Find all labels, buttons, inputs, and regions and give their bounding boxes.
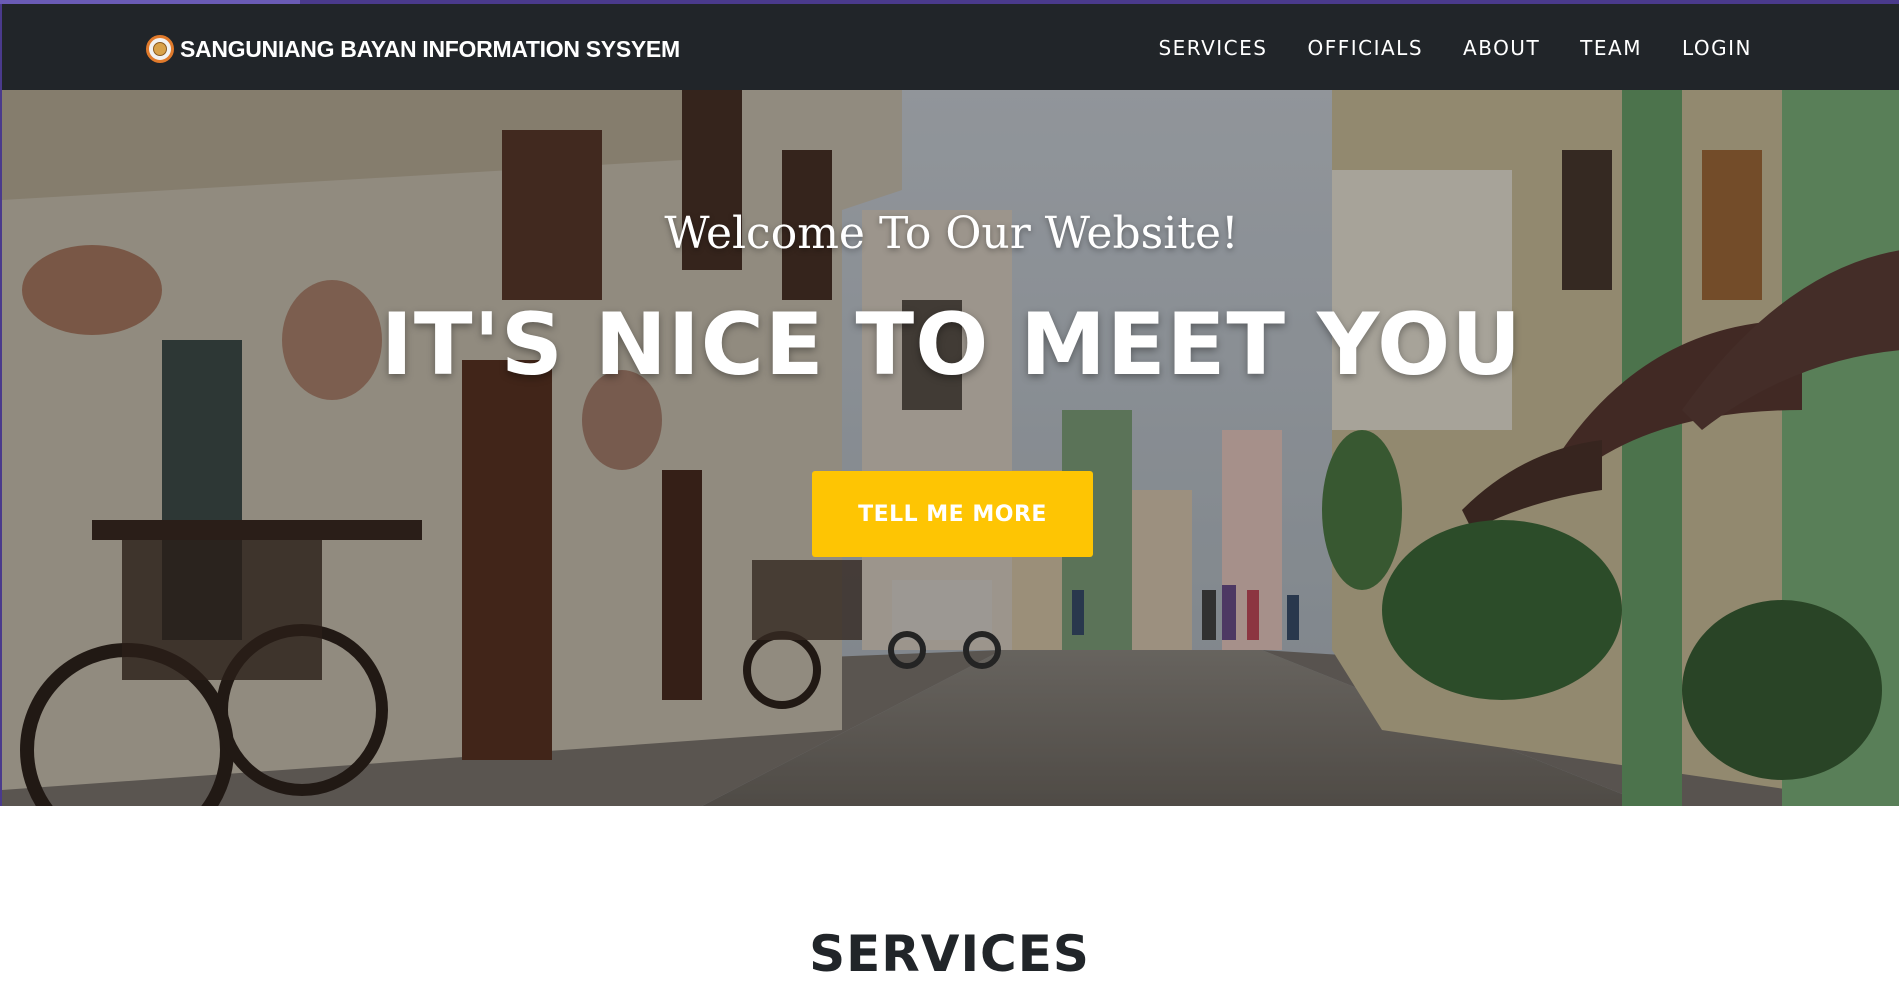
nav-links: SERVICES OFFICIALS ABOUT TEAM LOGIN xyxy=(1158,28,1752,68)
nav-link-about[interactable]: ABOUT xyxy=(1463,28,1540,68)
navbar-brand[interactable]: SANGUNIANG BAYAN INFORMATION SYSYEM xyxy=(146,33,680,65)
nav-link-login[interactable]: LOGIN xyxy=(1682,28,1752,68)
tell-me-more-button[interactable]: TELL ME MORE xyxy=(812,471,1093,557)
main-navbar: SANGUNIANG BAYAN INFORMATION SYSYEM SERV… xyxy=(0,4,1899,90)
hero-subheading: Welcome To Our Website! xyxy=(664,208,1239,259)
brand-title: SANGUNIANG BAYAN INFORMATION SYSYEM xyxy=(180,35,680,62)
services-section-title: SERVICES xyxy=(809,925,1090,983)
hero-heading: IT'S NICE TO MEET YOU xyxy=(380,295,1523,395)
nav-link-officials[interactable]: OFFICIALS xyxy=(1307,28,1423,68)
nav-link-team[interactable]: TEAM xyxy=(1580,28,1642,68)
hero-dark-overlay xyxy=(2,90,1899,806)
hero-section: Welcome To Our Website! IT'S NICE TO MEE… xyxy=(0,90,1899,806)
nav-link-services[interactable]: SERVICES xyxy=(1158,28,1267,68)
seal-logo-icon xyxy=(146,35,174,63)
